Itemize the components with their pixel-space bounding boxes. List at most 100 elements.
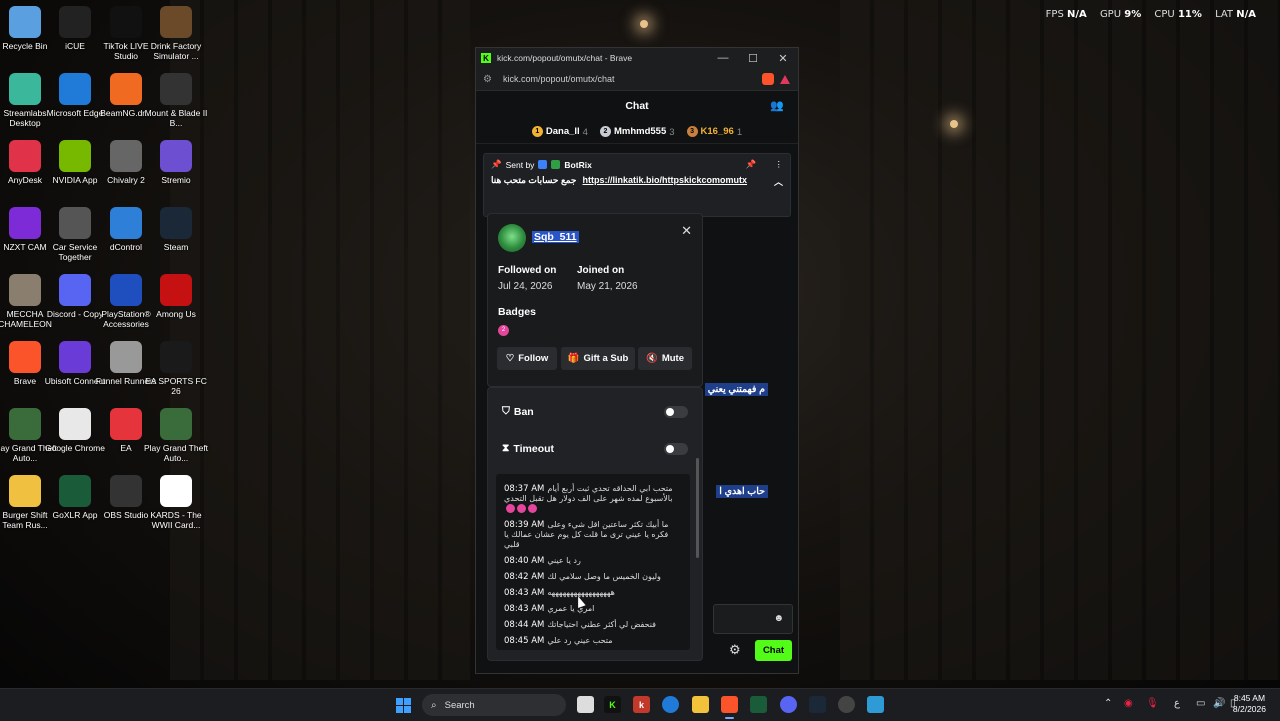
task-view-icon[interactable] — [577, 696, 594, 713]
leaderboard-entry[interactable]: 1 Dana_ll 4 — [531, 126, 588, 138]
edge-taskbar-icon[interactable] — [662, 696, 679, 713]
brave-rewards-icon[interactable] — [780, 74, 790, 84]
windows-start-icon[interactable] — [396, 698, 411, 713]
desktop-icon-label: KARDS - The WWII Card... — [150, 510, 202, 530]
ban-row: ⛉ Ban — [502, 405, 534, 418]
timeout-toggle[interactable] — [664, 443, 688, 455]
desktop-icon-steam[interactable]: Steam — [143, 207, 209, 252]
meccha-icon — [9, 274, 41, 306]
network-icon[interactable]: ▭ — [1196, 698, 1205, 709]
desktop-icon-kards[interactable]: KARDS - The WWII Card... — [143, 475, 209, 530]
leaderboard-entry[interactable]: 3 K16_96 1 — [686, 126, 742, 138]
background-shelves-right — [840, 0, 1280, 680]
brave-shields-icon[interactable] — [762, 73, 774, 85]
desktop-icon-gta[interactable]: Play Grand Theft Auto... — [143, 408, 209, 463]
minimize-button[interactable]: — — [708, 52, 738, 64]
url-text[interactable]: kick.com/popout/omutx/chat — [503, 74, 762, 84]
goxlr-taskbar-icon[interactable] — [750, 696, 767, 713]
tray-app-icon[interactable]: ◉ — [1124, 698, 1133, 709]
close-icon[interactable]: ✕ — [681, 223, 692, 239]
desktop-icon-label: Mount & Blade II B... — [144, 108, 208, 128]
ban-toggle[interactable] — [664, 406, 688, 418]
nvidia-icon — [59, 140, 91, 172]
language-indicator[interactable]: ع — [1174, 698, 1180, 709]
message-time: 08:43 AM — [504, 588, 545, 598]
ea-icon — [110, 408, 142, 440]
list-item: 08:45 AM متحب عيني رد علي — [496, 636, 690, 646]
scrollbar[interactable] — [696, 458, 699, 558]
avatar — [498, 224, 526, 252]
desktop-icon-label: Play Grand Theft Auto... — [143, 443, 209, 463]
emote-icon — [528, 504, 537, 513]
chevron-up-icon[interactable]: ︿ — [774, 175, 783, 188]
list-item: 08:43 AM هههههههههههههههههه — [496, 588, 690, 598]
close-window-button[interactable]: ✕ — [768, 52, 798, 65]
discord-taskbar-icon[interactable] — [780, 696, 797, 713]
send-chat-button[interactable]: Chat — [755, 640, 792, 661]
mute-icon: 🔇 — [645, 353, 658, 364]
desktop-icon-stremio[interactable]: Stremio — [143, 140, 209, 185]
followed-label: Followed on — [498, 265, 557, 276]
leader-count: 4 — [582, 126, 588, 138]
desktop-icon-label: Among Us — [156, 309, 196, 319]
taskbar-search[interactable]: ⌕ Search — [422, 694, 566, 716]
site-settings-icon[interactable]: ⚙ — [483, 74, 497, 85]
verified-badge-icon — [551, 160, 561, 169]
kick-app-icon[interactable]: K — [604, 696, 621, 713]
more-options-icon[interactable]: ⋮ — [775, 159, 784, 170]
clock[interactable]: 8:45 AM 8/2/2026 — [1233, 693, 1266, 715]
ubisoft-icon — [59, 341, 91, 373]
chivalry-icon — [110, 140, 142, 172]
desktop-icon-bannerlord[interactable]: Mount & Blade II B... — [143, 73, 209, 128]
window-title: kick.com/popout/omutx/chat - Brave — [497, 53, 633, 63]
gift-sub-button[interactable]: 🎁 Gift a Sub — [561, 347, 635, 370]
unpin-icon[interactable]: 📌 — [746, 159, 757, 170]
pinned-link[interactable]: https://linkatik.bio/httpskickcomomutx — [583, 175, 748, 188]
pinned-sender[interactable]: BotRix — [564, 160, 591, 170]
stremio-icon — [160, 140, 192, 172]
chevron-up-icon[interactable]: ⌃ — [1104, 698, 1112, 709]
desktop-icon-among-us[interactable]: Among Us — [143, 274, 209, 319]
rank-badge-icon: 1 — [531, 126, 543, 138]
address-bar[interactable]: ⚙ kick.com/popout/omutx/chat — [476, 68, 798, 91]
edge-icon — [59, 73, 91, 105]
users-icon[interactable]: 👥 — [770, 99, 784, 112]
desktop-icon-fc26[interactable]: EA SPORTS FC 26 — [143, 341, 209, 396]
among-us-icon — [160, 274, 192, 306]
kards-icon — [160, 475, 192, 507]
rank-badge-icon: 2 — [599, 126, 611, 138]
badges-title: Badges — [498, 306, 536, 318]
app-icon[interactable]: k — [633, 696, 650, 713]
joined-label: Joined on — [577, 265, 625, 276]
volume-icon[interactable]: 🔊 — [1213, 698, 1225, 709]
desktop-icon-dfs[interactable]: Drink Factory Simulator ... — [143, 6, 209, 61]
chat-input[interactable]: ☻ — [713, 604, 793, 634]
burger-shift-icon — [9, 475, 41, 507]
app-taskbar-icon[interactable] — [867, 696, 884, 713]
pinned-message: 📌 Sent by BotRix 📌 ⋮ جمع حسابات متحب هنا… — [483, 153, 791, 217]
microphone-icon[interactable]: 🎙 — [1146, 698, 1159, 709]
list-item: 08:39 AM ما أبيك تكثر ساعتين اقل شيء وعلى… — [496, 520, 690, 550]
discord-icon — [59, 274, 91, 306]
emoji-icon[interactable]: ☻ — [773, 613, 784, 624]
kick-logo-icon: K — [481, 53, 491, 63]
file-explorer-icon[interactable] — [692, 696, 709, 713]
list-item: 08:40 AM رد يا عيني — [496, 556, 690, 566]
chat-settings-icon[interactable]: ⚙ — [729, 642, 741, 658]
leaderboard-entry[interactable]: 2 Mmhmd555 3 — [599, 126, 675, 138]
obs-taskbar-icon[interactable] — [838, 696, 855, 713]
username[interactable]: Sqb_511 — [532, 231, 579, 243]
mute-button[interactable]: 🔇 Mute — [638, 347, 692, 370]
brave-taskbar-icon[interactable] — [721, 696, 738, 719]
list-item: 08:44 AM فنحفض لي أكثر عطني احتياجاتك — [496, 620, 690, 630]
chrome-icon — [59, 408, 91, 440]
follow-button[interactable]: ♡ Follow — [497, 347, 557, 370]
brave-icon — [9, 341, 41, 373]
steam-taskbar-icon[interactable] — [809, 696, 826, 713]
selected-chat-text: حاب اهدي ا — [716, 485, 768, 498]
nzxt-icon — [9, 207, 41, 239]
playstation-icon — [110, 274, 142, 306]
car-service-icon — [59, 207, 91, 239]
gta-icon — [160, 408, 192, 440]
maximize-button[interactable]: ☐ — [738, 52, 768, 65]
